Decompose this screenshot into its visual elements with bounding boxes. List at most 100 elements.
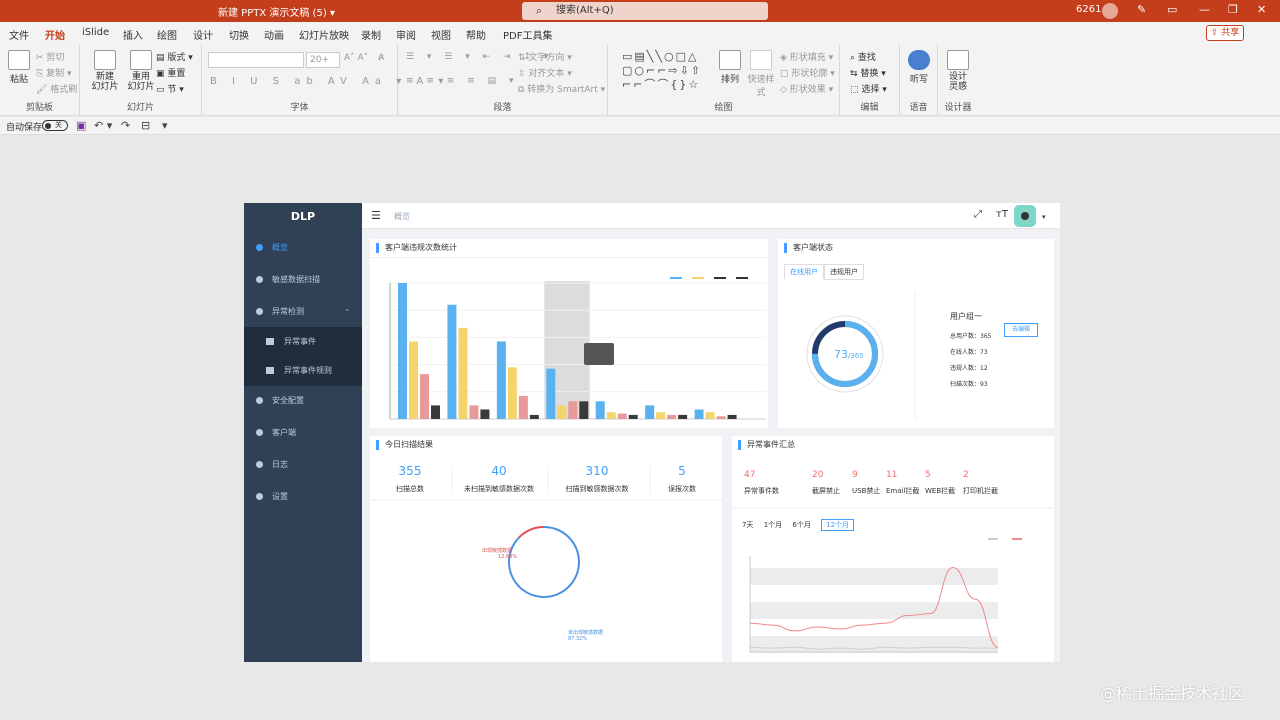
save-icon[interactable]: ▣ [76, 119, 86, 132]
nav-anomaly-events[interactable]: 异常事件 [244, 327, 362, 357]
shapes-gallery[interactable]: ▭▤╲╲○□△ ▢○⌐⌐⇨⇩⇧ ⌐⌐⌒⌒{}☆ [622, 50, 714, 94]
nav-anomaly-rules[interactable]: 异常事件规则 [244, 356, 362, 386]
copy-button[interactable]: ⎘ 复制 ▾ [36, 66, 71, 79]
menu-record[interactable]: 录制 [361, 27, 381, 42]
bar[interactable] [507, 367, 517, 419]
shape-effects-button[interactable]: ◇ 形状效果 ▾ [780, 82, 833, 95]
menu-file[interactable]: 文件 [9, 27, 29, 42]
bar[interactable] [496, 341, 506, 419]
bar[interactable] [398, 283, 407, 419]
anomaly-line-chart[interactable] [732, 436, 1054, 662]
select-button[interactable]: ⬚ 选择 ▾ [850, 82, 887, 95]
shape-fill-button[interactable]: ◈ 形状填充 ▾ [780, 50, 833, 63]
bar[interactable] [529, 414, 539, 419]
paste-button[interactable]: 粘贴 [6, 50, 32, 85]
replace-button[interactable]: ⇆ 替换 ▾ [850, 66, 886, 79]
menu-review[interactable]: 审阅 [396, 27, 416, 42]
arrange-button[interactable]: 排列 [718, 50, 742, 85]
bar[interactable] [595, 401, 605, 419]
window-title[interactable]: 新建 PPTX 演示文稿 (5) ▾ [218, 4, 335, 19]
minimize-icon[interactable]: — [1199, 3, 1210, 16]
nav-client[interactable]: 客户端 [244, 418, 362, 448]
menu-design[interactable]: 设计 [193, 27, 213, 42]
font-size-select[interactable]: 20+ [306, 52, 340, 68]
menu-slideshow[interactable]: 幻灯片放映 [299, 27, 349, 42]
customize-qat-icon[interactable]: ▾ [162, 119, 168, 132]
bar[interactable] [420, 374, 429, 419]
breadcrumb[interactable]: 概览 [394, 211, 410, 222]
bar[interactable] [546, 368, 556, 419]
menu-pdf-tools[interactable]: PDF工具集 [503, 27, 552, 42]
edit-group-button[interactable]: 去编辑 [1004, 323, 1038, 337]
pen-icon[interactable]: ✎ [1137, 3, 1146, 16]
align-text-button[interactable]: ⇳ 对齐文本 ▾ [518, 66, 572, 79]
nav-settings[interactable]: 设置 [244, 482, 362, 512]
autosave-toggle[interactable]: 关 [42, 120, 68, 131]
align-icons[interactable]: ≡ ≡ ≡ ≡ ▤ ▾ [406, 76, 519, 86]
shape-outline-button[interactable]: ▢ 形状轮廓 ▾ [780, 66, 835, 79]
share-button[interactable]: ⇪ 共享 [1206, 25, 1244, 41]
undo-icon[interactable]: ↶ ▾ [94, 119, 112, 132]
reuse-slide-button[interactable]: 重用 幻灯片 [126, 50, 156, 92]
caret-down-icon[interactable]: ▾ [1042, 213, 1046, 221]
bar[interactable] [557, 405, 567, 419]
menu-help[interactable]: 帮助 [466, 27, 486, 42]
bar[interactable] [579, 401, 589, 419]
bar[interactable] [667, 414, 677, 419]
reset-button[interactable]: ▣ 重置 [156, 66, 185, 79]
nav-log[interactable]: 日志 [244, 450, 362, 480]
present-icon[interactable]: ⊟ [141, 119, 150, 132]
designer-button[interactable]: 设计 灵感 [944, 50, 972, 92]
restore-icon[interactable]: ❐ [1228, 3, 1238, 16]
bar[interactable] [431, 405, 440, 419]
menu-transitions[interactable]: 切换 [229, 27, 249, 42]
bar[interactable] [409, 341, 418, 419]
menu-home[interactable]: 开始 [45, 27, 65, 47]
font-size-icon[interactable]: ᴛT [996, 209, 1008, 220]
bar[interactable] [705, 412, 715, 419]
bar[interactable] [617, 413, 627, 419]
bar[interactable] [480, 409, 490, 419]
font-grow-icon[interactable]: A˄ A˅ [344, 53, 368, 63]
format-painter-button[interactable]: 🖌 格式刷 [36, 82, 77, 95]
layout-button[interactable]: ▤ 版式 ▾ [156, 50, 193, 63]
redo-icon[interactable]: ↷ [121, 119, 130, 132]
bar[interactable] [727, 414, 737, 419]
close-icon[interactable]: ✕ [1257, 3, 1266, 16]
font-name-select[interactable] [208, 52, 304, 68]
new-slide-button[interactable]: 新建 幻灯片 [90, 50, 120, 92]
bar[interactable] [606, 412, 616, 419]
menu-animations[interactable]: 动画 [264, 27, 284, 42]
search-box[interactable]: ⌕ 搜索(Alt+Q) [522, 2, 768, 20]
bar[interactable] [447, 304, 457, 419]
bar[interactable] [469, 405, 479, 419]
hamburger-icon[interactable]: ☰ [371, 209, 381, 222]
dictate-button[interactable]: 听写 [906, 50, 932, 85]
nav-sensitive-scan[interactable]: 敏感数据扫描 [244, 265, 362, 295]
ribbon-display-icon[interactable]: ▭ [1167, 3, 1177, 16]
text-direction-button[interactable]: ⇅ 文字方向 ▾ [518, 50, 572, 63]
bar[interactable] [694, 409, 704, 419]
scan-pie-chart[interactable]: 出现敏感数据12.68% 未出现敏感数据87.32% [370, 436, 722, 662]
menu-islide[interactable]: iSlide [82, 27, 109, 38]
menu-insert[interactable]: 插入 [123, 27, 143, 42]
bar[interactable] [678, 414, 688, 419]
nav-security-config[interactable]: 安全配置 [244, 386, 362, 416]
bar[interactable] [458, 327, 468, 419]
avatar[interactable] [1014, 205, 1036, 227]
bar[interactable] [656, 412, 666, 419]
pie-slice[interactable] [518, 526, 545, 539]
user-avatar[interactable] [1102, 3, 1118, 19]
menu-view[interactable]: 视图 [431, 27, 451, 42]
nav-anomaly[interactable]: 异常检测 ⌃ [244, 297, 362, 327]
menu-draw[interactable]: 绘图 [157, 27, 177, 42]
violation-bar-chart[interactable] [370, 239, 768, 428]
bar[interactable] [716, 416, 726, 419]
cut-button[interactable]: ✂ 剪切 [36, 50, 64, 63]
section-button[interactable]: ▭ 节 ▾ [156, 82, 184, 95]
clear-format-icon[interactable]: A̷ [378, 53, 384, 63]
nav-overview[interactable]: 概览 [244, 233, 362, 263]
bar[interactable] [518, 395, 528, 419]
quick-styles-button[interactable]: 快速样式 [744, 50, 778, 98]
find-button[interactable]: ⌕ 查找 [850, 50, 876, 63]
